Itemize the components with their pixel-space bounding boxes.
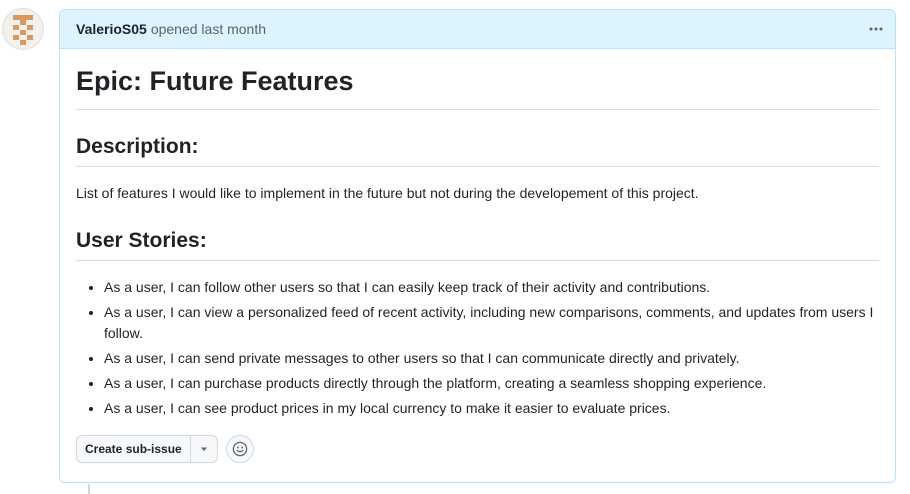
comment-body: Epic: Future Features Description: List … [60,65,895,464]
user-stories-heading: User Stories: [76,228,879,262]
avatar[interactable] [2,8,44,50]
comment-header: ValerioS05 opened last month [60,10,895,49]
create-sub-issue-group: Create sub-issue [76,435,218,464]
description-text: List of features I would like to impleme… [76,185,699,201]
kebab-horizontal-icon [869,27,883,31]
timeline-line [88,484,90,494]
add-reaction-button[interactable] [225,435,254,464]
author-link[interactable]: ValerioS05 [76,21,147,37]
list-item: As a user, I can see product prices in m… [104,398,879,419]
list-item: As a user, I can purchase products direc… [104,373,879,394]
description-heading: Description: [76,134,879,167]
user-stories-list: As a user, I can follow other users so t… [76,277,879,419]
create-sub-issue-button[interactable]: Create sub-issue [77,436,191,463]
comment-menu-button[interactable] [865,18,887,40]
triangle-down-icon [200,447,207,452]
comment-actions: Create sub-issue [76,435,879,464]
smiley-icon [232,442,247,457]
identicon-icon [13,15,33,45]
create-sub-issue-dropdown[interactable] [191,436,217,462]
issue-comment: ValerioS05 opened last month Epic: Futur… [59,9,896,483]
list-item: As a user, I can send private messages t… [104,348,879,369]
opened-timestamp[interactable]: opened last month [151,21,266,37]
list-item: As a user, I can view a personalized fee… [104,302,879,344]
issue-title: Epic: Future Features [76,65,879,110]
list-item: As a user, I can follow other users so t… [104,277,879,298]
